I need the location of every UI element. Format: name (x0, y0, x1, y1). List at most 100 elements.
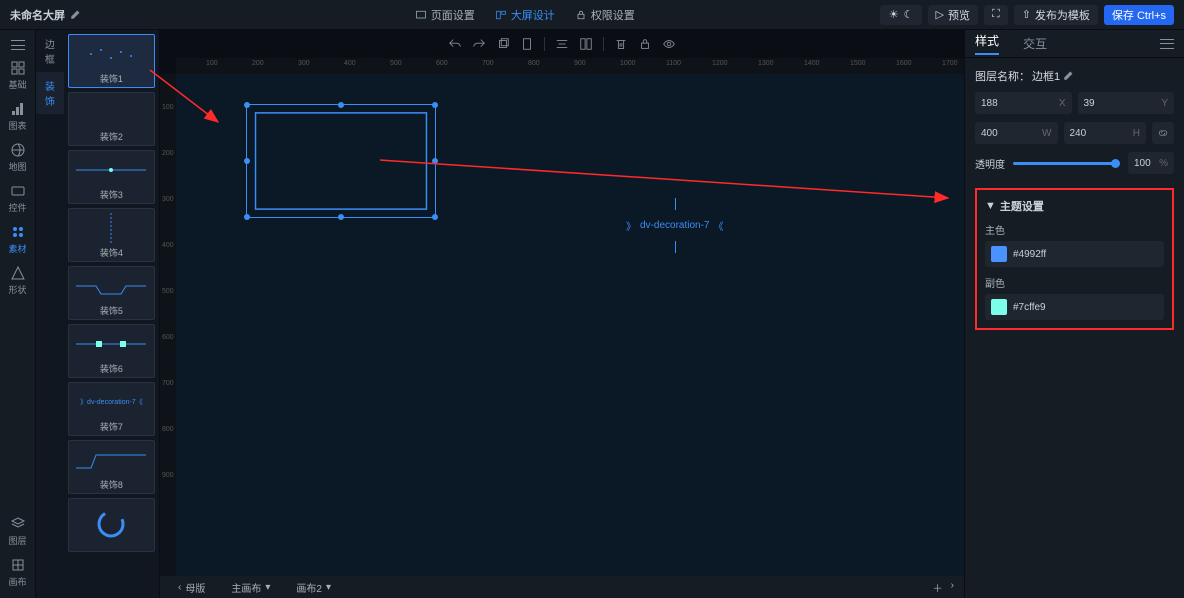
layer-name-row: 图层名称： 边框1 (975, 68, 1174, 84)
footer-tab-master[interactable]: ‹母版 (170, 580, 213, 595)
w-field[interactable]: 400W (975, 122, 1058, 144)
lock-icon[interactable] (638, 37, 652, 51)
thumb-deco8[interactable]: 装饰8 (68, 440, 155, 494)
element-decoration7[interactable]: 》 dv-decoration-7 《 (626, 218, 723, 233)
chevron-right-icon[interactable]: › (951, 580, 954, 595)
nav-label: 图层 (8, 534, 26, 547)
add-canvas-button[interactable]: ＋ (933, 580, 943, 595)
thumb-deco4[interactable]: 装饰4 (68, 208, 155, 262)
play-icon: ▷ (936, 8, 944, 21)
thumb-deco6[interactable]: 装饰6 (68, 324, 155, 378)
field-value: 188 (981, 98, 998, 109)
thumb-deco7[interactable]: 》dv-decoration-7《装饰7 (68, 382, 155, 436)
main-color-label: 主色 (985, 222, 1164, 237)
align-icon[interactable] (555, 37, 569, 51)
resize-handle-tl[interactable] (244, 102, 250, 108)
copy-icon[interactable] (496, 37, 510, 51)
distribute-icon[interactable] (579, 37, 593, 51)
hamburger-icon (11, 40, 25, 50)
nav-label: 控件 (8, 201, 26, 214)
resize-handle-tm[interactable] (338, 102, 344, 108)
chart-icon (10, 101, 26, 117)
asset-tab-border[interactable]: 边框 (36, 30, 64, 72)
thumb-deco3[interactable]: 装饰3 (68, 150, 155, 204)
selected-element-border1[interactable] (246, 104, 436, 218)
resize-handle-tr[interactable] (432, 102, 438, 108)
resize-handle-bl[interactable] (244, 214, 250, 220)
field-label: H (1133, 128, 1140, 139)
slider-thumb[interactable] (1111, 159, 1120, 168)
design-icon (495, 9, 507, 21)
nav-shape[interactable]: 形状 (0, 261, 35, 300)
canvas-toolbar (160, 30, 964, 58)
preview-button[interactable]: ▷ 预览 (928, 5, 978, 25)
redo-icon[interactable] (472, 37, 486, 51)
fullscreen-button[interactable]: ⛶ (984, 5, 1008, 25)
resize-handle-mr[interactable] (432, 158, 438, 164)
field-value: 39 (1084, 98, 1095, 109)
lock-ratio-button[interactable] (1152, 122, 1174, 144)
edit-icon[interactable] (69, 9, 81, 21)
nav-label: 基础 (8, 78, 26, 91)
nav-chart[interactable]: 图表 (0, 97, 35, 136)
layer-name-value: 边框1 (1032, 68, 1060, 84)
nav-ctrl[interactable]: 控件 (0, 179, 35, 218)
undo-icon[interactable] (448, 37, 462, 51)
edit-icon[interactable] (1062, 70, 1074, 82)
thumb-label: 装饰3 (100, 188, 123, 201)
sub-color-field[interactable]: #7cffe9 (985, 294, 1164, 320)
collapse-left-button[interactable] (0, 36, 35, 54)
nav-label: 素材 (8, 242, 26, 255)
nav-label: 地图 (8, 160, 26, 173)
save-button[interactable]: 保存 Ctrl+s (1104, 5, 1174, 25)
opacity-value-box[interactable]: 100% (1128, 152, 1174, 174)
nav-asset[interactable]: 素材 (0, 220, 35, 259)
resize-handle-ml[interactable] (244, 158, 250, 164)
sub-color-label: 副色 (985, 275, 1164, 290)
nav-basic[interactable]: 基础 (0, 56, 35, 95)
visibility-icon[interactable] (662, 37, 676, 51)
insp-tab-interaction[interactable]: 交互 (1023, 35, 1047, 52)
center-tabs: 页面设置 大屏设计 权限设置 (170, 7, 880, 23)
insp-tab-style[interactable]: 样式 (975, 32, 999, 55)
tab-screen-design[interactable]: 大屏设计 (495, 7, 555, 23)
thumb-label: 装饰4 (100, 246, 123, 259)
tab-permission[interactable]: 权限设置 (575, 7, 635, 23)
publish-template-button[interactable]: ⇧发布为模板 (1014, 5, 1098, 25)
paste-icon[interactable] (520, 37, 534, 51)
tab-label: 页面设置 (431, 7, 475, 23)
artboard[interactable]: 》 dv-decoration-7 《 (176, 74, 964, 576)
resize-handle-br[interactable] (432, 214, 438, 220)
asset-tab-decoration[interactable]: 装饰 (36, 72, 64, 114)
theme-toggle-button[interactable]: ☀☾ (880, 5, 922, 25)
nav-layer[interactable]: 图层 (0, 512, 35, 551)
chevron-left-icon: 《 (713, 218, 723, 233)
theme-header[interactable]: ▼主题设置 (985, 198, 1164, 214)
deco-bar (675, 241, 676, 253)
thumb-deco1[interactable]: 装饰1 (68, 34, 155, 88)
asset-icon (10, 224, 26, 240)
deco5-preview-icon (76, 276, 146, 296)
footer-tab-main[interactable]: 主画布▾ (223, 580, 278, 595)
field-value: 240 (1070, 128, 1087, 139)
footer-tab-canvas2[interactable]: 画布2▾ (288, 580, 339, 595)
deco-label: dv-decoration-7 (640, 220, 709, 231)
tab-page-settings[interactable]: 页面设置 (415, 7, 475, 23)
x-field[interactable]: 188X (975, 92, 1072, 114)
shape-icon (10, 265, 26, 281)
thumb-deco5[interactable]: 装饰5 (68, 266, 155, 320)
thumb-deco9[interactable] (68, 498, 155, 552)
main-color-field[interactable]: #4992ff (985, 241, 1164, 267)
y-field[interactable]: 39Y (1078, 92, 1175, 114)
delete-icon[interactable] (614, 37, 628, 51)
moon-icon: ☾ (904, 8, 914, 21)
thumb-deco2[interactable]: 装饰2 (68, 92, 155, 146)
nav-map[interactable]: 地图 (0, 138, 35, 177)
resize-handle-bm[interactable] (338, 214, 344, 220)
opacity-slider[interactable] (1013, 162, 1120, 165)
btn-label: 预览 (948, 7, 970, 23)
lock-icon (575, 9, 587, 21)
h-field[interactable]: 240 H (1064, 122, 1147, 144)
collapse-right-button[interactable] (1160, 39, 1174, 49)
nav-canvas[interactable]: 画布 (0, 553, 35, 592)
